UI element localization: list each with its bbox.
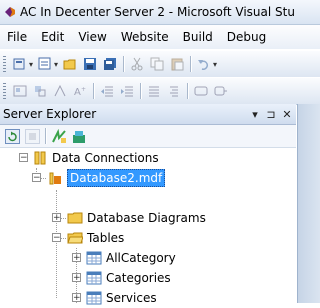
toolbar-grip[interactable] xyxy=(3,56,6,72)
tree-node-label: Tables xyxy=(87,231,125,245)
cut-icon[interactable] xyxy=(129,56,145,72)
menu-edit[interactable]: Edit xyxy=(34,30,71,44)
indent-icon[interactable] xyxy=(119,83,135,99)
add-project-icon[interactable] xyxy=(12,56,28,72)
toolbar-separator xyxy=(190,56,192,72)
add-item-icon[interactable] xyxy=(37,56,53,72)
outdent-icon[interactable] xyxy=(99,83,115,99)
expand-toggle[interactable]: + xyxy=(72,253,81,263)
toolbar-separator xyxy=(187,83,188,99)
database-icon xyxy=(49,172,61,185)
copy-icon[interactable] xyxy=(149,56,165,72)
comment-icon[interactable] xyxy=(146,83,162,99)
svg-text:A: A xyxy=(74,87,81,98)
toolbar-grip[interactable] xyxy=(3,83,6,99)
tree-node-data-connections[interactable]: − Data Connections xyxy=(0,148,159,168)
paste-icon[interactable] xyxy=(169,56,185,72)
collapse-toggle[interactable]: − xyxy=(52,233,61,243)
standard-toolbar: ▾ ▾ ▾ xyxy=(0,50,320,78)
server-explorer-tree: − Data Connections − Database2.mdf + Dat… xyxy=(0,148,296,305)
folder-icon xyxy=(67,212,83,224)
data-connections-icon xyxy=(34,151,46,165)
parameter-icon[interactable] xyxy=(52,83,68,99)
save-all-icon[interactable] xyxy=(102,56,118,72)
toolbar-separator xyxy=(123,56,125,72)
pin-icon[interactable]: ⊐ xyxy=(264,108,278,121)
chevron-down-icon[interactable]: ▾ xyxy=(54,60,58,69)
svg-text:+: + xyxy=(81,86,86,93)
server-explorer-toolbar xyxy=(0,125,296,148)
menu-website[interactable]: Website xyxy=(114,30,176,44)
tree-node-table-services[interactable]: + Services xyxy=(0,288,157,308)
collapse-toggle[interactable]: − xyxy=(32,173,41,183)
bookmark-icon[interactable] xyxy=(193,83,209,99)
tree-node-table-categories[interactable]: + Categories xyxy=(0,268,171,288)
title-bar: AC In Decenter Server 2 - Microsoft Visu… xyxy=(0,0,320,25)
text-editor-toolbar: A + xyxy=(0,77,320,105)
document-area-edge xyxy=(297,104,320,303)
open-file-icon[interactable] xyxy=(62,56,78,72)
chevron-down-icon[interactable]: ▾ xyxy=(29,60,33,69)
table-icon xyxy=(86,271,102,285)
undo-icon[interactable] xyxy=(196,56,212,72)
next-bookmark-icon[interactable] xyxy=(213,83,229,99)
save-icon[interactable] xyxy=(82,56,98,72)
tree-node-label: AllCategory xyxy=(106,251,176,265)
tree-node-label: Database2.mdf xyxy=(67,169,166,187)
toolbar-separator xyxy=(93,83,94,99)
tree-node-label: Data Connections xyxy=(52,151,159,165)
font-icon[interactable]: A + xyxy=(72,83,88,99)
expand-toggle[interactable]: + xyxy=(72,273,81,283)
menu-debug[interactable]: Debug xyxy=(220,30,273,44)
stop-icon[interactable] xyxy=(24,128,40,144)
tree-node-table-allcategory[interactable]: + AllCategory xyxy=(0,248,176,268)
expand-toggle[interactable]: + xyxy=(72,293,81,303)
tree-node-label: Categories xyxy=(106,271,171,285)
server-explorer-header: Server Explorer ▾ ⊐ ✕ xyxy=(0,104,296,125)
menu-file[interactable]: File xyxy=(0,30,34,44)
member-icon[interactable] xyxy=(32,83,48,99)
folder-open-icon xyxy=(67,232,83,244)
chevron-down-icon[interactable]: ▾ xyxy=(248,108,262,121)
tree-node-database[interactable]: − Database2.mdf xyxy=(0,168,166,188)
expand-toggle[interactable]: + xyxy=(52,213,61,223)
close-icon[interactable]: ✕ xyxy=(280,108,294,121)
panel-title: Server Explorer xyxy=(3,107,97,121)
menu-build[interactable]: Build xyxy=(176,30,220,44)
tree-node-tables[interactable]: − Tables xyxy=(0,228,124,248)
uncomment-icon[interactable] xyxy=(166,83,182,99)
toolbar-separator xyxy=(140,83,141,99)
menu-bar: File Edit View Website Build Debug xyxy=(0,25,320,49)
tree-node-database-diagrams[interactable]: + Database Diagrams xyxy=(0,208,206,228)
table-icon xyxy=(86,291,102,305)
menu-view[interactable]: View xyxy=(71,30,113,44)
connect-to-server-icon[interactable] xyxy=(71,128,87,144)
chevron-down-icon[interactable]: ▾ xyxy=(213,60,217,69)
toolbar-separator xyxy=(45,128,46,144)
tree-node-label: Database Diagrams xyxy=(87,211,206,225)
object-icon[interactable] xyxy=(12,83,28,99)
refresh-icon[interactable] xyxy=(4,128,20,144)
collapse-toggle[interactable]: − xyxy=(19,153,28,163)
table-icon xyxy=(86,251,102,265)
window-title: AC In Decenter Server 2 - Microsoft Visu… xyxy=(20,5,295,19)
visual-studio-logo-icon xyxy=(5,7,15,17)
connect-to-database-icon[interactable] xyxy=(51,128,67,144)
